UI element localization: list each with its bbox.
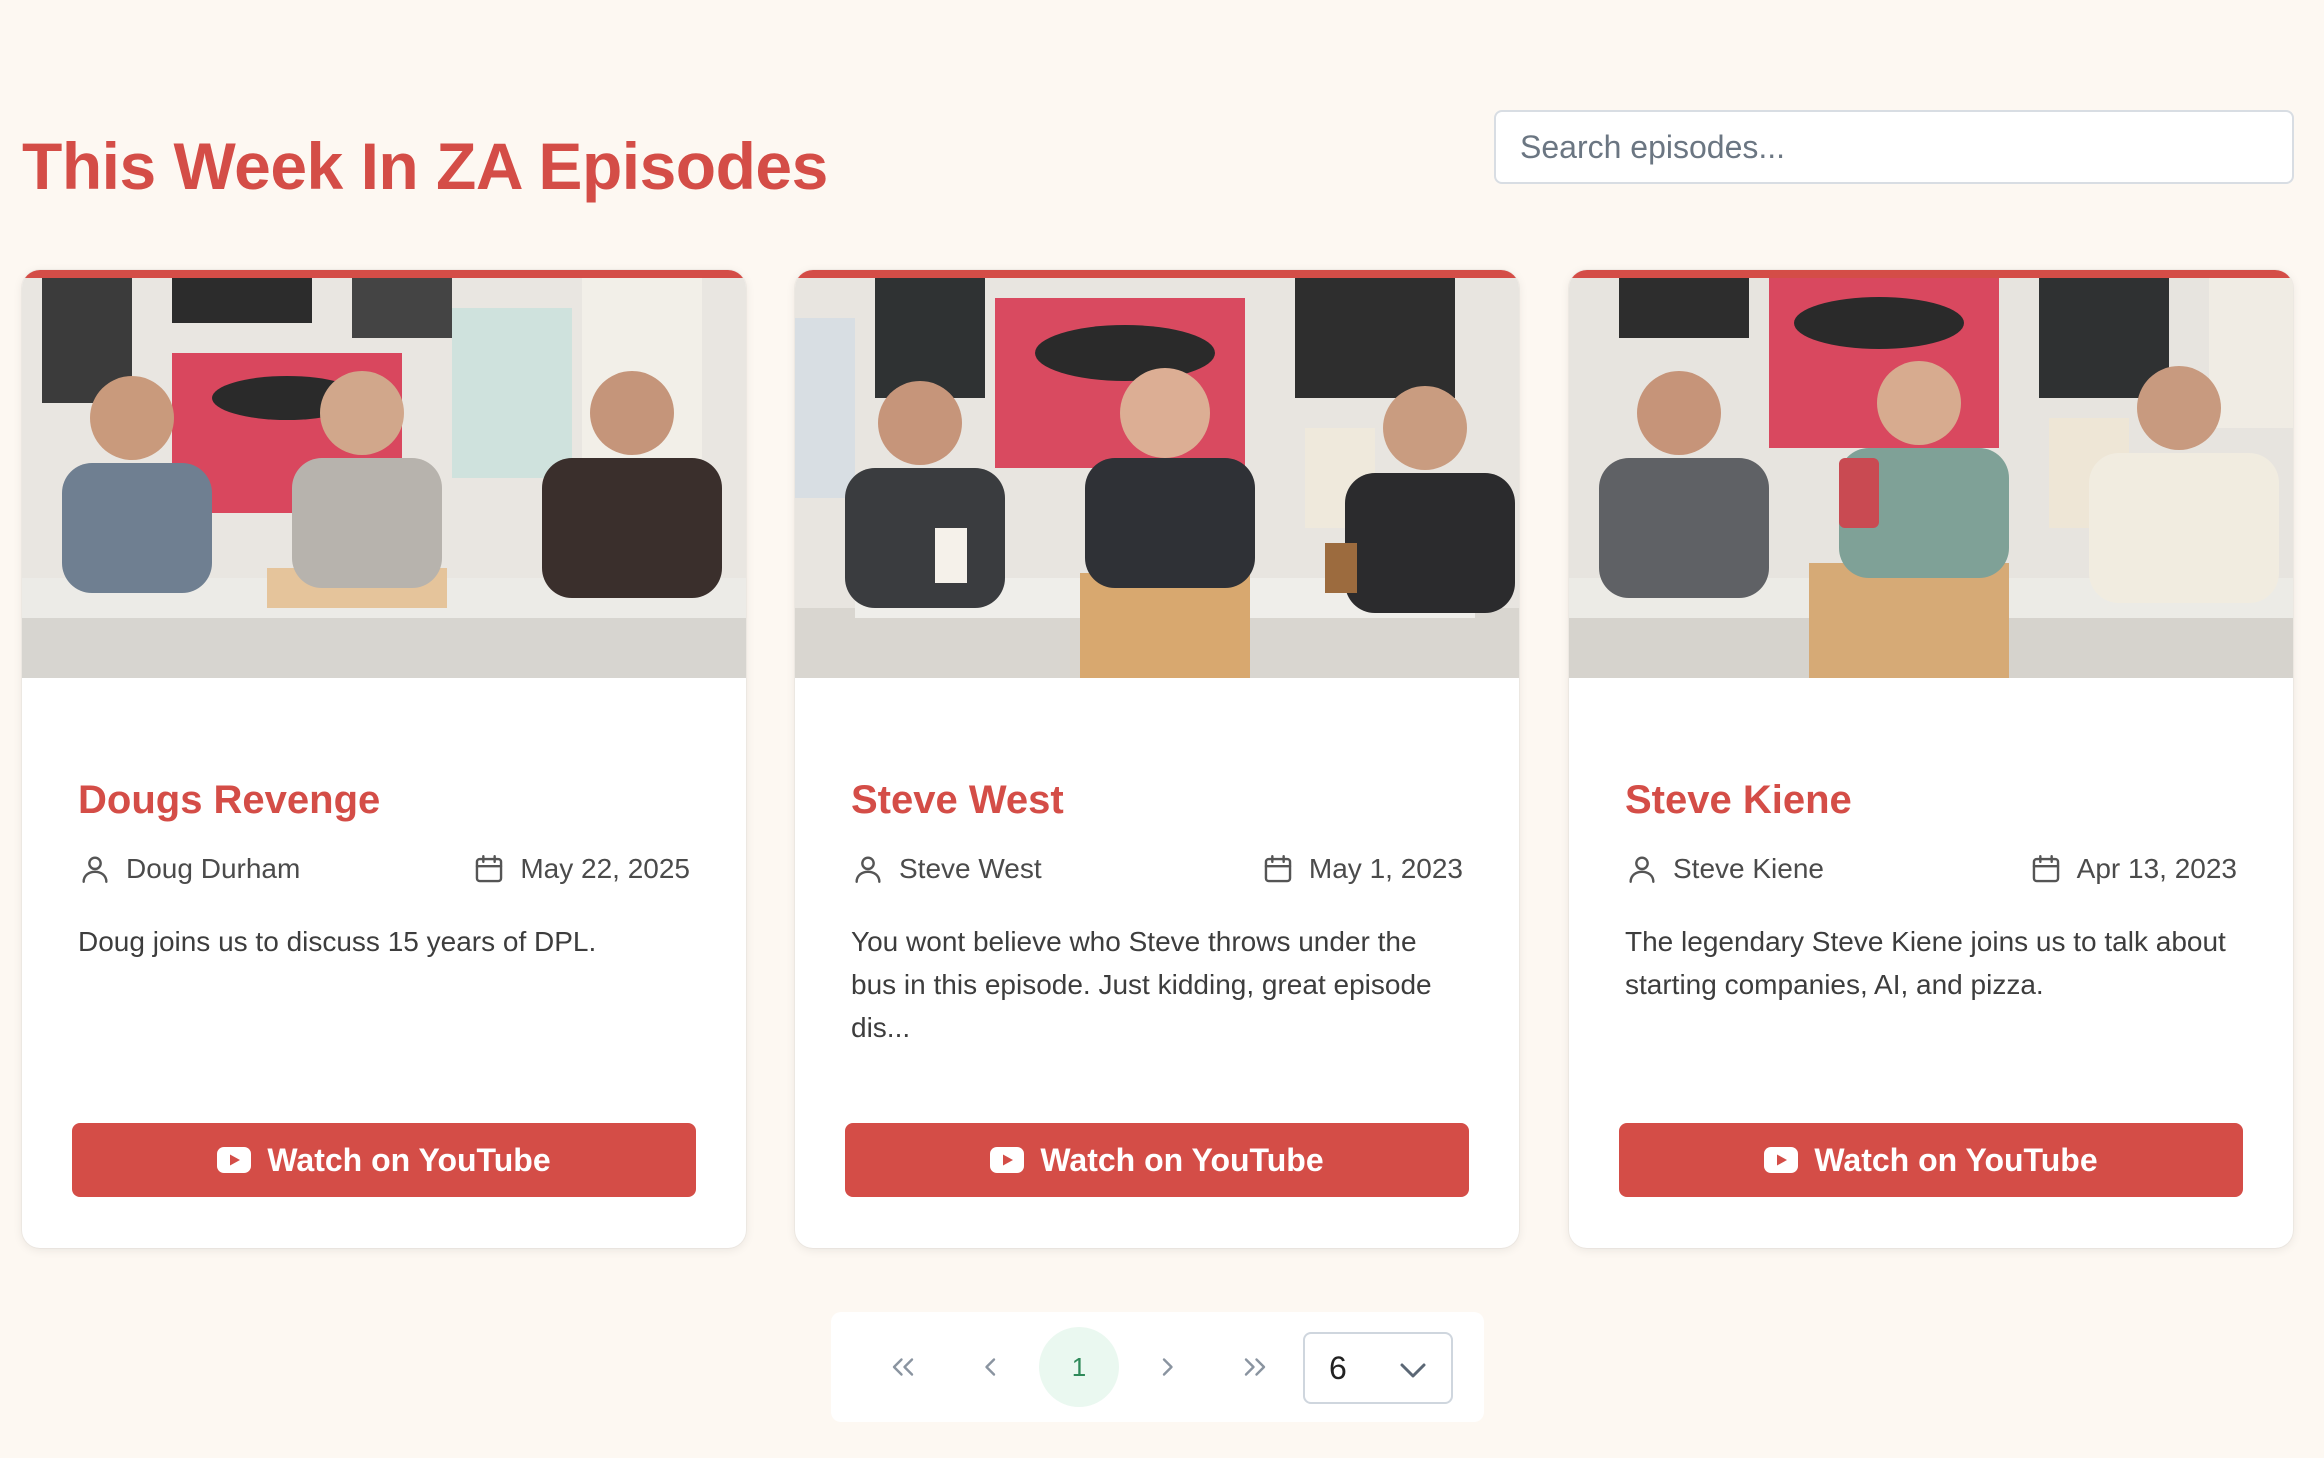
episode-card: Steve West Steve West May 1, 2023 You wo… — [795, 270, 1519, 1248]
chevrons-right-icon — [1244, 1358, 1266, 1376]
date-text: Apr 13, 2023 — [2076, 853, 2237, 884]
card-accent-bar — [22, 270, 746, 278]
episode-meta: Steve West May 1, 2023 — [851, 852, 1463, 896]
page-number-button[interactable]: 1 — [1039, 1327, 1119, 1407]
episode-grid: Dougs Revenge Doug Durham May 22, 2025 D… — [22, 270, 2296, 1248]
calendar-icon — [2032, 855, 2059, 883]
chevron-left-icon — [985, 1358, 996, 1376]
episode-title[interactable]: Steve Kiene — [1625, 778, 1852, 823]
user-icon — [82, 856, 108, 883]
episode-guest: Doug Durham — [78, 852, 300, 886]
user-icon — [855, 856, 881, 883]
next-page-button[interactable] — [1127, 1327, 1207, 1407]
episode-card: Steve Kiene Steve Kiene Apr 13, 2023 The… — [1569, 270, 2293, 1248]
episode-guest: Steve Kiene — [1625, 852, 1824, 886]
youtube-icon — [1764, 1147, 1799, 1173]
chevron-down-icon — [1400, 1363, 1426, 1378]
page-size-value: 6 — [1329, 1349, 1347, 1386]
youtube-icon — [990, 1147, 1025, 1173]
episode-description: The legendary Steve Kiene joins us to ta… — [1625, 926, 2226, 1000]
calendar-icon — [1264, 855, 1292, 883]
last-page-button[interactable] — [1215, 1327, 1295, 1407]
button-label: Watch on YouTube — [1040, 1141, 1324, 1178]
date-text: May 22, 2025 — [520, 853, 690, 884]
button-label: Watch on YouTube — [267, 1141, 551, 1178]
first-page-button[interactable] — [863, 1327, 943, 1407]
watch-on-youtube-button[interactable]: Watch on YouTube — [845, 1123, 1469, 1197]
youtube-icon — [217, 1147, 252, 1173]
watch-on-youtube-button[interactable]: Watch on YouTube — [72, 1123, 696, 1197]
date-text: May 1, 2023 — [1308, 853, 1463, 884]
user-icon — [1629, 856, 1655, 883]
guest-name: Doug Durham — [126, 853, 301, 884]
card-accent-bar — [795, 270, 1519, 278]
episode-guest: Steve West — [851, 852, 1042, 886]
episode-title[interactable]: Dougs Revenge — [78, 778, 380, 823]
episode-title[interactable]: Steve West — [851, 778, 1064, 823]
calendar-icon — [476, 855, 503, 883]
episode-date: Apr 13, 2023 — [2029, 852, 2237, 886]
chevron-right-icon — [1162, 1358, 1173, 1376]
button-label: Watch on YouTube — [1814, 1141, 2098, 1178]
chevrons-left-icon — [892, 1358, 914, 1376]
episode-thumbnail[interactable] — [1569, 278, 2293, 678]
watch-on-youtube-button[interactable]: Watch on YouTube — [1619, 1123, 2243, 1197]
episode-meta: Doug Durham May 22, 2025 — [78, 852, 690, 896]
episode-description: You wont believe who Steve throws under … — [851, 926, 1432, 1043]
guest-name: Steve Kiene — [1673, 853, 1824, 884]
page-size-select[interactable]: 6 — [1303, 1332, 1453, 1404]
episode-meta: Steve Kiene Apr 13, 2023 — [1625, 852, 2237, 896]
card-accent-bar — [1569, 270, 2293, 278]
page-title: This Week In ZA Episodes — [22, 129, 828, 203]
episode-thumbnail[interactable] — [795, 278, 1519, 678]
search-input[interactable] — [1494, 110, 2294, 184]
prev-page-button[interactable] — [951, 1327, 1031, 1407]
episode-date: May 1, 2023 — [1261, 852, 1463, 886]
episodes-page: This Week In ZA Episodes Search episodes… — [0, 0, 2324, 1458]
pagination: 1 6 — [831, 1312, 1484, 1422]
episode-date: May 22, 2025 — [472, 852, 690, 886]
episode-card: Dougs Revenge Doug Durham May 22, 2025 D… — [22, 270, 746, 1248]
episode-thumbnail[interactable] — [22, 278, 746, 678]
episode-description: Doug joins us to discuss 15 years of DPL… — [78, 926, 597, 957]
guest-name: Steve West — [899, 853, 1042, 884]
